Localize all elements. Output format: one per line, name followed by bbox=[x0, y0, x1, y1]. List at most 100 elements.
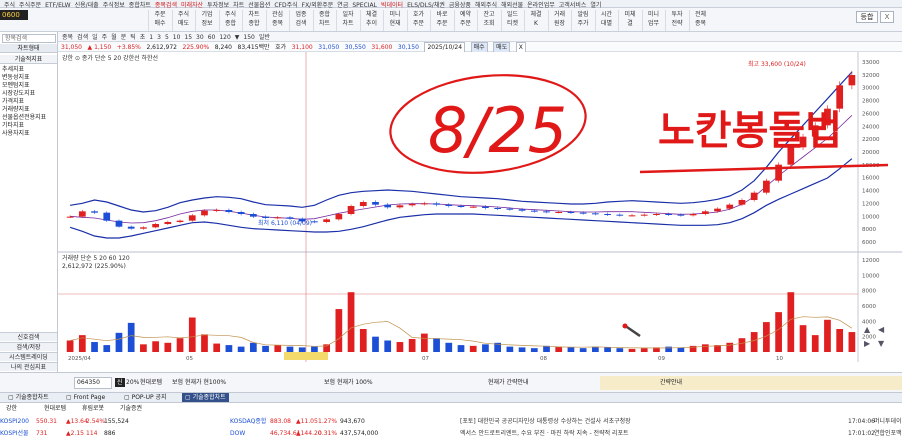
toolbar-button[interactable]: 전체 종목 bbox=[688, 10, 712, 31]
x-axis-label: 09 bbox=[658, 356, 665, 362]
candle bbox=[323, 219, 330, 222]
volume-bar bbox=[457, 345, 465, 352]
toolbar-button[interactable]: 거래 원장 bbox=[547, 10, 571, 31]
toolbar-button[interactable]: 미니 현재 bbox=[383, 10, 406, 31]
toolbar-button[interactable]: 기업 정보 bbox=[195, 10, 218, 31]
volume-bar bbox=[469, 345, 477, 352]
candle bbox=[506, 208, 514, 210]
volume-bar bbox=[323, 344, 330, 352]
indicator-category[interactable]: 사용자지표 bbox=[2, 130, 30, 138]
volume-bar bbox=[738, 338, 746, 352]
panel-footer-button[interactable]: 신호검색 bbox=[0, 332, 57, 341]
price-tick: 6000 bbox=[862, 240, 876, 246]
ticker-cell[interactable]: [포토] 대한민국 공공디자인상 대통령상 수상하는 건설사 서초구청장 bbox=[460, 417, 631, 426]
close-button[interactable]: X bbox=[880, 11, 894, 23]
toolbar-button[interactable]: 미체 결 bbox=[618, 10, 641, 31]
scroll-arrow-icon[interactable]: ▼ bbox=[878, 339, 885, 348]
volume-value-label: 2,612,972 (225.90%) bbox=[62, 263, 126, 270]
zoom-level[interactable]: 20% bbox=[126, 378, 139, 387]
indicator-category[interactable]: 시장강도지표 bbox=[2, 90, 35, 98]
info-cell-1: 보험 현재가 현100% bbox=[172, 379, 227, 386]
toolbar-button[interactable]: 일자 차트 bbox=[336, 10, 359, 31]
toolbar-button[interactable]: 투자 전략 bbox=[665, 10, 688, 31]
toolbar-button[interactable]: 미니 업무 bbox=[641, 10, 665, 31]
stock-name[interactable]: 현대로템 bbox=[140, 378, 162, 387]
candle bbox=[372, 202, 379, 205]
technical-indicator-header[interactable]: 기술적지표 bbox=[0, 55, 57, 64]
panel-footer-button[interactable]: 시스템트레이딩 bbox=[0, 352, 57, 361]
indicator-category[interactable]: 가격지표 bbox=[2, 98, 24, 106]
volume-bar bbox=[335, 309, 343, 352]
volume-tick: 12000 bbox=[862, 258, 880, 264]
toolbar-button[interactable]: 업종 검색 bbox=[289, 10, 312, 31]
indicator-category[interactable]: 모멘텀지표 bbox=[2, 82, 30, 90]
panel-footer-button[interactable]: 검색/저장 bbox=[0, 342, 57, 351]
volume-bar bbox=[433, 338, 440, 352]
toolbar-button[interactable]: 주문 매수 bbox=[148, 10, 171, 31]
toolbar-button[interactable]: 관심 종목 bbox=[265, 10, 289, 31]
toolbar-button[interactable]: 체결 K bbox=[524, 10, 547, 31]
indicator-search-input[interactable]: 항목검색 bbox=[2, 34, 56, 43]
ticker-cell[interactable]: 엑서스 안드로트리엔트, 수요 부진 · 마진 하락 지속 - 전략적 리포트 bbox=[460, 429, 629, 438]
ticker-cell: ▲13.64 bbox=[66, 418, 88, 425]
toolbar-button[interactable]: 잔고 조회 bbox=[477, 10, 500, 31]
ticker-cell: DOW bbox=[230, 430, 246, 437]
volume-bar bbox=[66, 340, 74, 352]
x-axis-label: 08 bbox=[540, 356, 547, 362]
taskbar-tab[interactable]: ▢ POP-UP 공지 bbox=[124, 393, 167, 402]
candle bbox=[482, 206, 489, 208]
volume-bar bbox=[445, 342, 453, 352]
candle bbox=[176, 220, 184, 222]
taskbar-tab[interactable]: ▢ Front Page bbox=[66, 393, 105, 402]
toolbar-button[interactable]: 시간 대별 bbox=[594, 10, 618, 31]
merge-button[interactable]: 등합 bbox=[856, 11, 878, 23]
sub-tab[interactable]: 강한 bbox=[6, 404, 17, 413]
ink-annotation-date: 8/25 bbox=[428, 94, 567, 167]
toolbar-button[interactable]: 바로 주문 bbox=[430, 10, 453, 31]
toolbar-button[interactable]: 종합 차트 bbox=[312, 10, 336, 31]
indicator-category[interactable]: 선물옵션전용지표 bbox=[2, 114, 46, 122]
candle bbox=[311, 221, 318, 223]
volume-bar bbox=[628, 348, 636, 352]
toolbar-button[interactable]: 예약 주문 bbox=[453, 10, 477, 31]
toolbar-button[interactable]: 차트 종합 bbox=[242, 10, 265, 31]
stock-code-display[interactable]: 0600 bbox=[0, 10, 28, 20]
volume-bar bbox=[555, 346, 563, 352]
indicator-category[interactable]: 추세지표 bbox=[2, 66, 24, 74]
price-tick: 20000 bbox=[862, 150, 880, 156]
volume-bar bbox=[396, 342, 404, 352]
scroll-arrow-icon[interactable]: ▶ bbox=[864, 339, 871, 348]
volume-bar bbox=[201, 334, 208, 352]
panel-footer-button[interactable]: 나의 관심지표 bbox=[0, 362, 57, 371]
taskbar-tab[interactable]: ▢ 기술종합차트 bbox=[182, 393, 229, 402]
toolbar-button[interactable]: 주식 매도 bbox=[171, 10, 195, 31]
volume-bar bbox=[311, 346, 318, 352]
candle bbox=[848, 75, 856, 86]
stock-code-input[interactable]: 064350 bbox=[74, 377, 112, 389]
volume-bar bbox=[249, 342, 257, 352]
indicator-category[interactable]: 변동성지표 bbox=[2, 74, 30, 82]
candle bbox=[127, 226, 135, 229]
info-cell-4: 간략안내 bbox=[600, 376, 902, 390]
scroll-arrow-icon[interactable]: ◀ bbox=[878, 325, 885, 334]
candle bbox=[543, 211, 550, 213]
candle bbox=[640, 214, 648, 216]
sub-tab[interactable]: 현대로템 bbox=[44, 404, 66, 413]
toolbar-button[interactable]: 호가 주문 bbox=[406, 10, 430, 31]
sub-tab[interactable]: 휴림로봇 bbox=[82, 404, 104, 413]
volume-bar bbox=[811, 335, 819, 352]
taskbar-tab[interactable]: ▢ 기술종합차트 bbox=[8, 393, 49, 402]
scroll-arrow-icon[interactable]: ▲ bbox=[864, 325, 871, 334]
sub-tab[interactable]: 기술증권 bbox=[120, 404, 142, 413]
toolbar-button[interactable]: 일드 티켓 bbox=[500, 10, 524, 31]
toolbar-button[interactable]: 주식 종합 bbox=[218, 10, 242, 31]
window-taskbar: ▢ 기술종합차트 ▢ Front Page ▢ POP-UP 공지 ▢ 기술종합차트 bbox=[0, 392, 902, 402]
toolbar-button[interactable]: 알림 주가 bbox=[571, 10, 594, 31]
candle bbox=[262, 216, 269, 218]
candle bbox=[433, 203, 440, 205]
price-chart[interactable]: 강한 ⊙ 종가 단순 5 20 강한선 하한선거래량 단순 5 20 60 12… bbox=[58, 52, 902, 362]
toolbar-button[interactable]: 체결 추이 bbox=[359, 10, 383, 31]
indicator-category[interactable]: 기타지표 bbox=[2, 122, 24, 130]
indicator-category[interactable]: 거래량지표 bbox=[2, 106, 30, 114]
chart-type-header[interactable]: 차트형태 bbox=[0, 44, 57, 53]
